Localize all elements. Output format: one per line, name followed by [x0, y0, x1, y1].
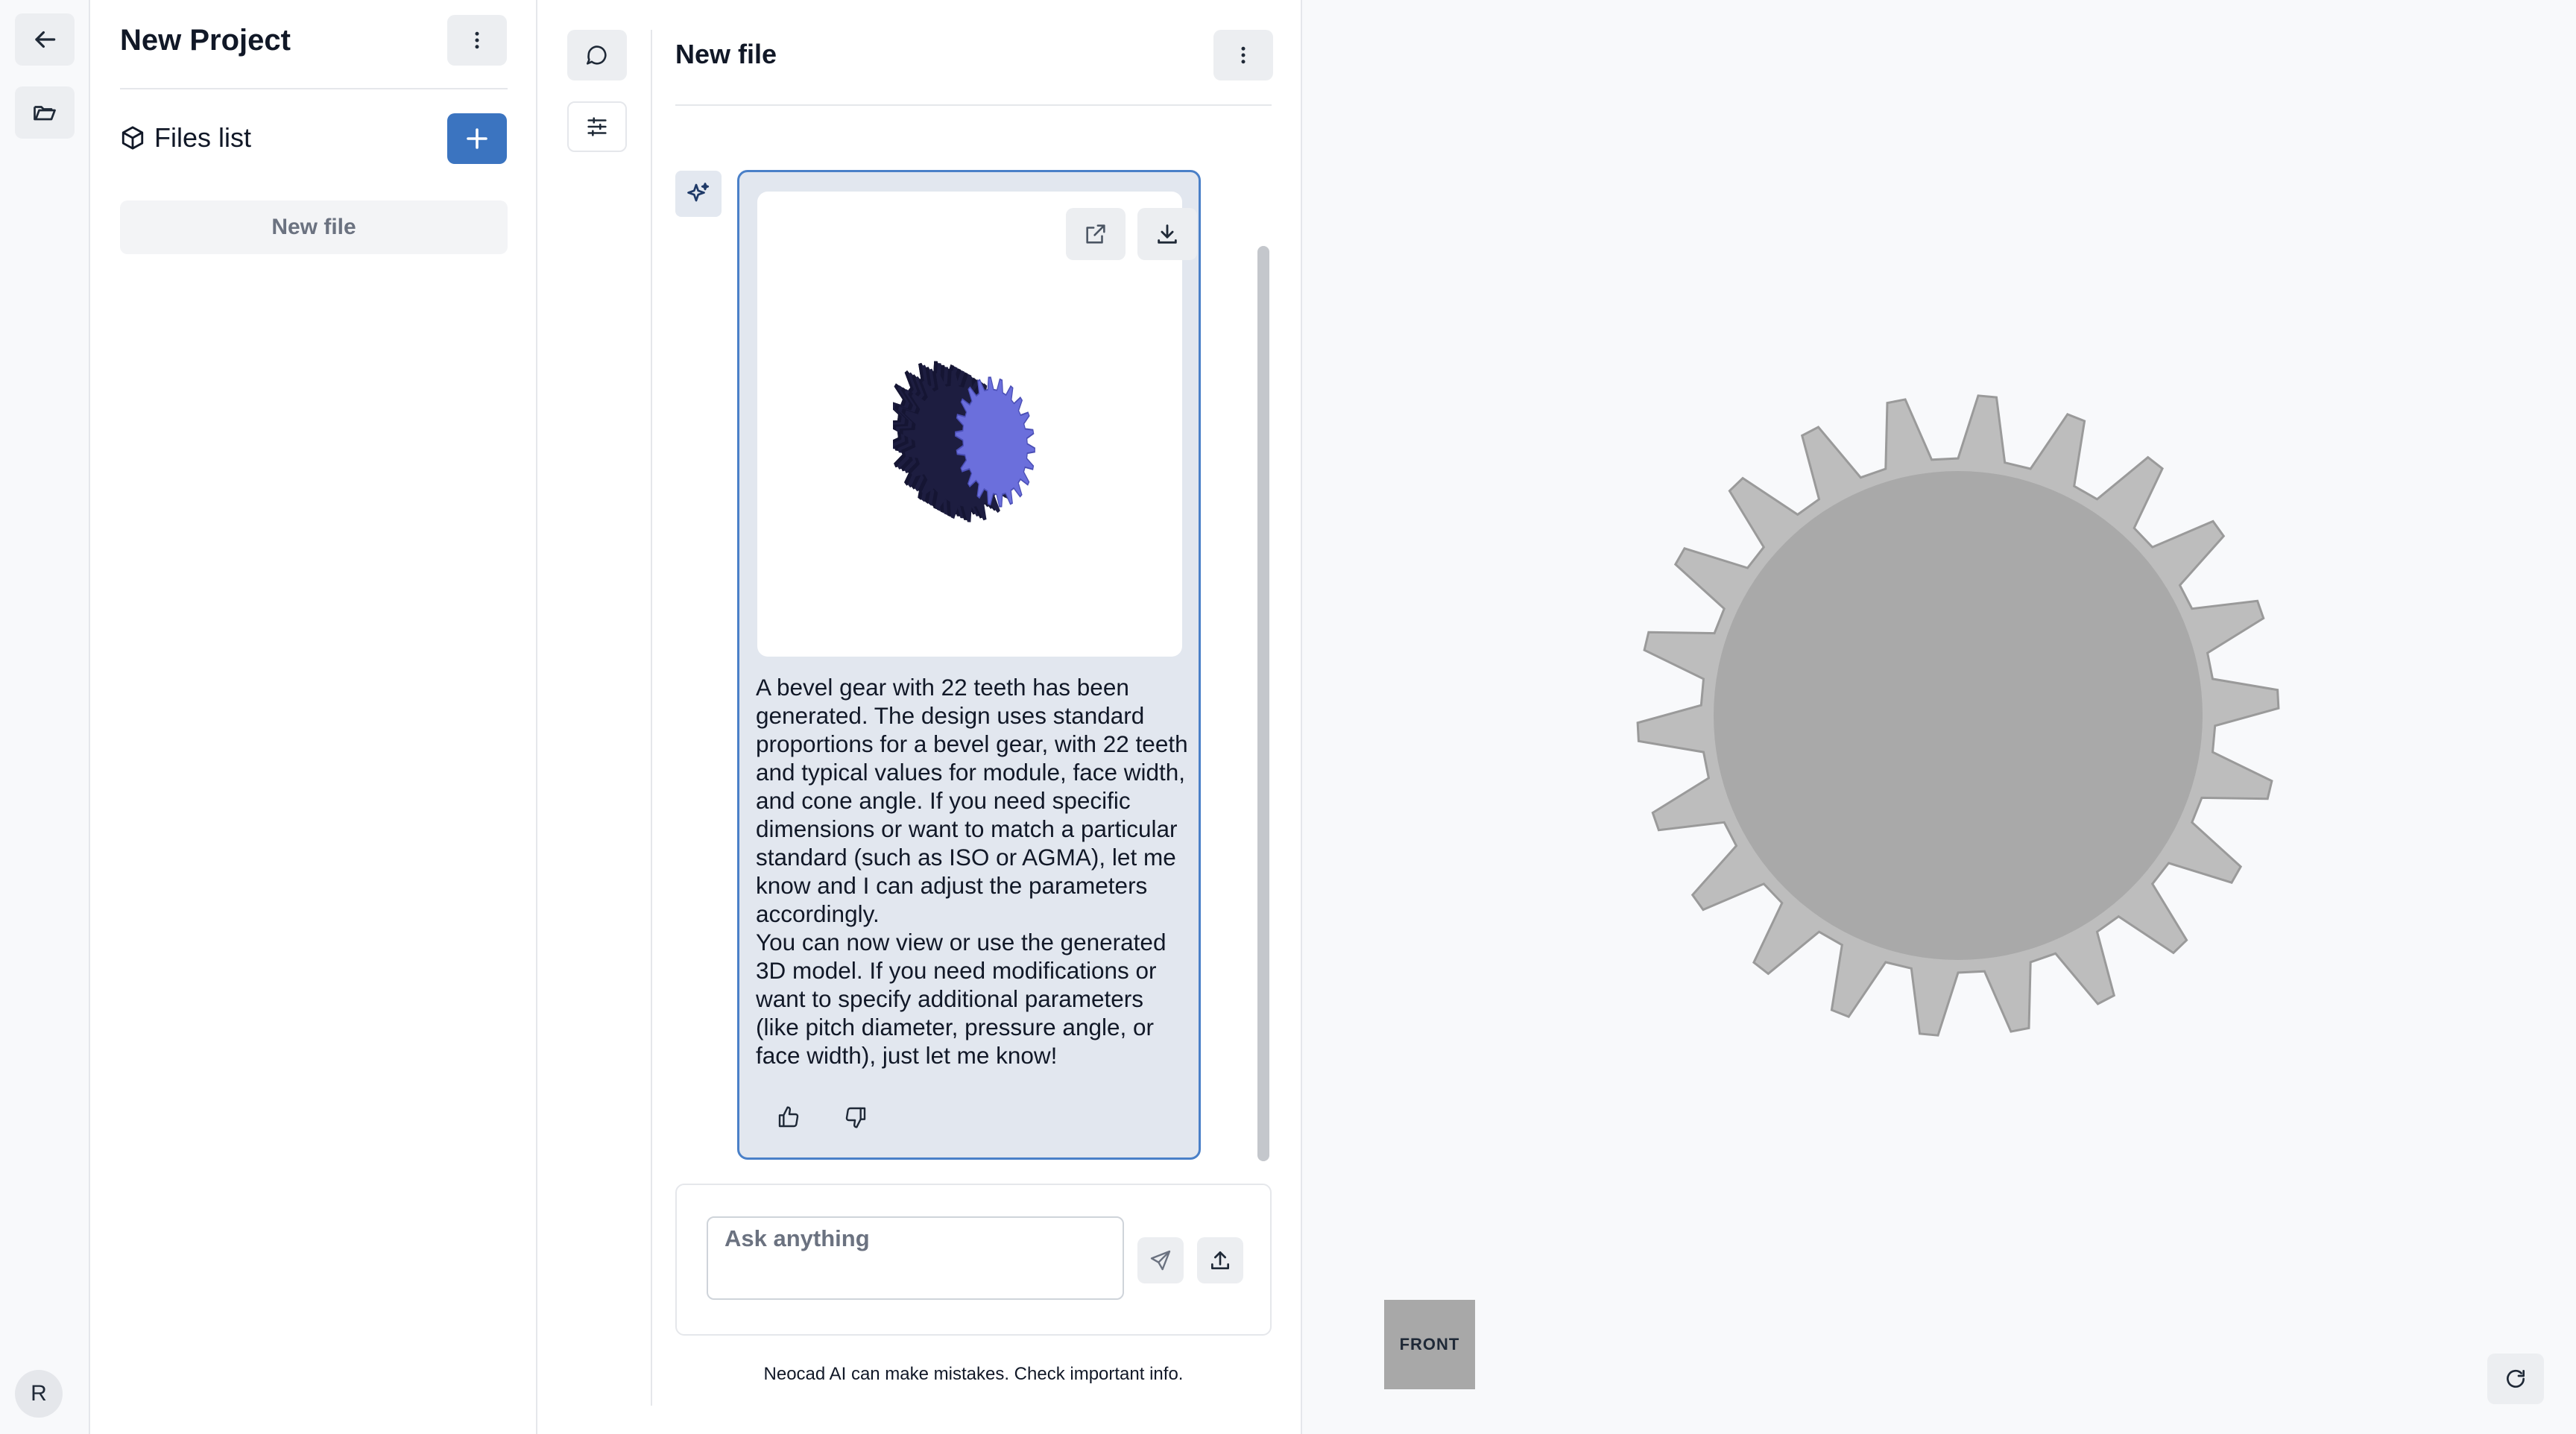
chat-header-divider [675, 104, 1272, 106]
sliders-icon [587, 117, 607, 136]
ai-avatar [675, 171, 722, 217]
chat-scrollbar[interactable] [1257, 246, 1269, 1161]
download-model-button[interactable] [1137, 208, 1197, 260]
ai-disclaimer: Neocad AI can make mistakes. Check impor… [763, 1364, 1184, 1384]
user-avatar[interactable]: R [15, 1370, 63, 1418]
chat-divider [651, 30, 652, 1406]
rotate-icon [2507, 1369, 2525, 1388]
send-button[interactable] [1137, 1237, 1184, 1283]
icon-rail: R [0, 0, 90, 1434]
download-icon [1158, 224, 1177, 244]
external-link-icon [1086, 224, 1105, 244]
back-button[interactable] [15, 13, 75, 66]
open-folder-button[interactable] [15, 86, 75, 139]
thumbs-down-button[interactable] [838, 1099, 874, 1135]
plus-icon [467, 128, 487, 149]
files-list-header: Files list [120, 122, 251, 154]
project-menu-button[interactable] [447, 15, 507, 66]
chat-panel: New file A bevel gear with 22 teeth has … [537, 0, 1302, 1434]
files-list-label: Files list [154, 122, 252, 153]
send-icon [1150, 1250, 1171, 1271]
message-paragraph: You can now view or use the generated 3D… [756, 929, 1167, 1069]
chat-title: New file [675, 39, 777, 69]
3d-viewport[interactable]: FRONT [1302, 0, 2576, 1434]
view-cube-front[interactable]: FRONT [1384, 1300, 1475, 1389]
chat-settings-button[interactable] [567, 101, 627, 152]
chat-menu-button[interactable] [1213, 30, 1273, 80]
divider [120, 88, 508, 89]
open-external-button[interactable] [1066, 208, 1126, 260]
cube-icon [121, 126, 144, 150]
ai-message-card: A bevel gear with 22 teeth has been gene… [737, 170, 1201, 1160]
more-vertical-icon [1241, 46, 1246, 64]
model-preview[interactable] [757, 192, 1197, 657]
reset-view-button[interactable] [2487, 1354, 2544, 1404]
gear-model [1636, 394, 2280, 1037]
upload-icon [1211, 1251, 1229, 1269]
project-title: New Project [120, 24, 291, 57]
ai-message-text: A bevel gear with 22 teeth has been gene… [756, 673, 1188, 1070]
file-list-item[interactable]: New file [120, 200, 508, 254]
gear-3d-thumbnail [893, 361, 1035, 522]
arrow-left-icon [35, 31, 56, 48]
thumbs-up-button[interactable] [771, 1099, 806, 1135]
thumbs-up-icon [778, 1106, 799, 1128]
message-paragraph: A bevel gear with 22 teeth has been gene… [756, 674, 1188, 927]
avatar-initial: R [31, 1381, 47, 1406]
ask-input[interactable] [707, 1216, 1124, 1300]
chat-history-button[interactable] [567, 30, 627, 80]
upload-button[interactable] [1197, 1237, 1243, 1283]
chat-composer [675, 1184, 1272, 1336]
more-vertical-icon [475, 31, 479, 49]
sparkles-icon [687, 183, 710, 202]
folder-open-icon [34, 106, 56, 121]
add-file-button[interactable] [447, 113, 507, 164]
thumbs-down-icon [845, 1107, 866, 1128]
files-panel: New Project Files list New file [90, 0, 537, 1434]
chat-bubble-icon [586, 45, 607, 65]
view-cube-label: FRONT [1399, 1335, 1460, 1354]
gear-hub-face [1714, 471, 2203, 960]
